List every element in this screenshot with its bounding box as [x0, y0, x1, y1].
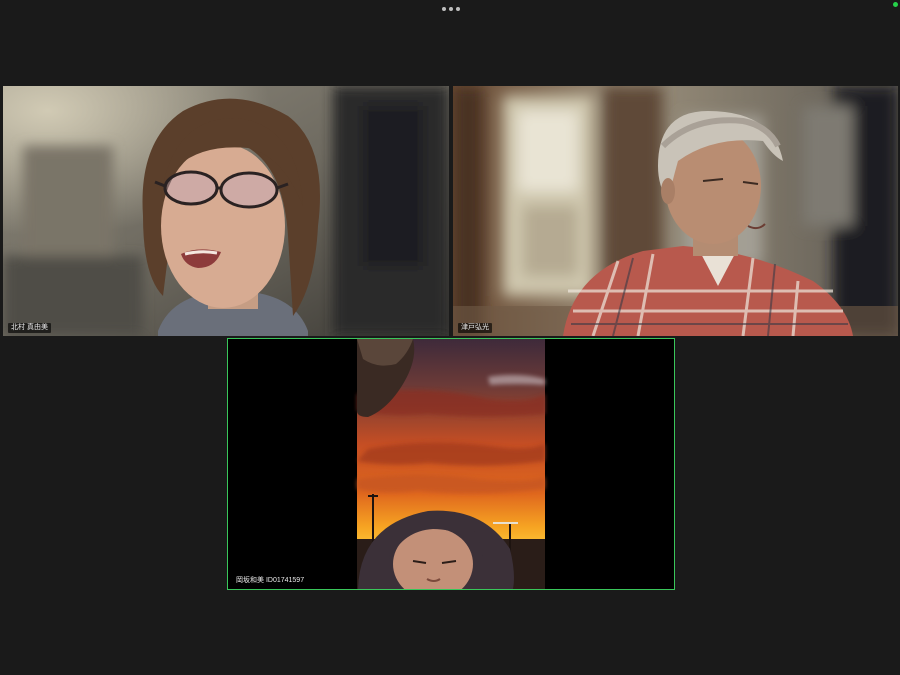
participant-name-label: 津戸弘光: [458, 323, 492, 333]
dot: [442, 7, 446, 11]
connection-status-indicator: [893, 2, 898, 7]
participant-video-tile-2[interactable]: 津戸弘光: [453, 86, 898, 336]
participant-name-label: 岡坂和美 ID01741597: [233, 576, 308, 586]
participant-video-tile-1[interactable]: 北村 真由美: [3, 86, 449, 336]
dot: [449, 7, 453, 11]
dot: [456, 7, 460, 11]
participant-video-tile-3[interactable]: 岡坂和美 ID01741597: [227, 338, 675, 590]
participant-video-feed: [3, 86, 449, 336]
participant-video-feed: [453, 86, 898, 336]
participant-name-label: 北村 真由美: [8, 323, 51, 333]
participant-video-feed: [228, 339, 674, 589]
more-options-icon[interactable]: [437, 2, 465, 16]
meeting-gallery-view: 北村 真由美 津戸弘光 岡坂和美 ID01741597: [0, 0, 900, 675]
